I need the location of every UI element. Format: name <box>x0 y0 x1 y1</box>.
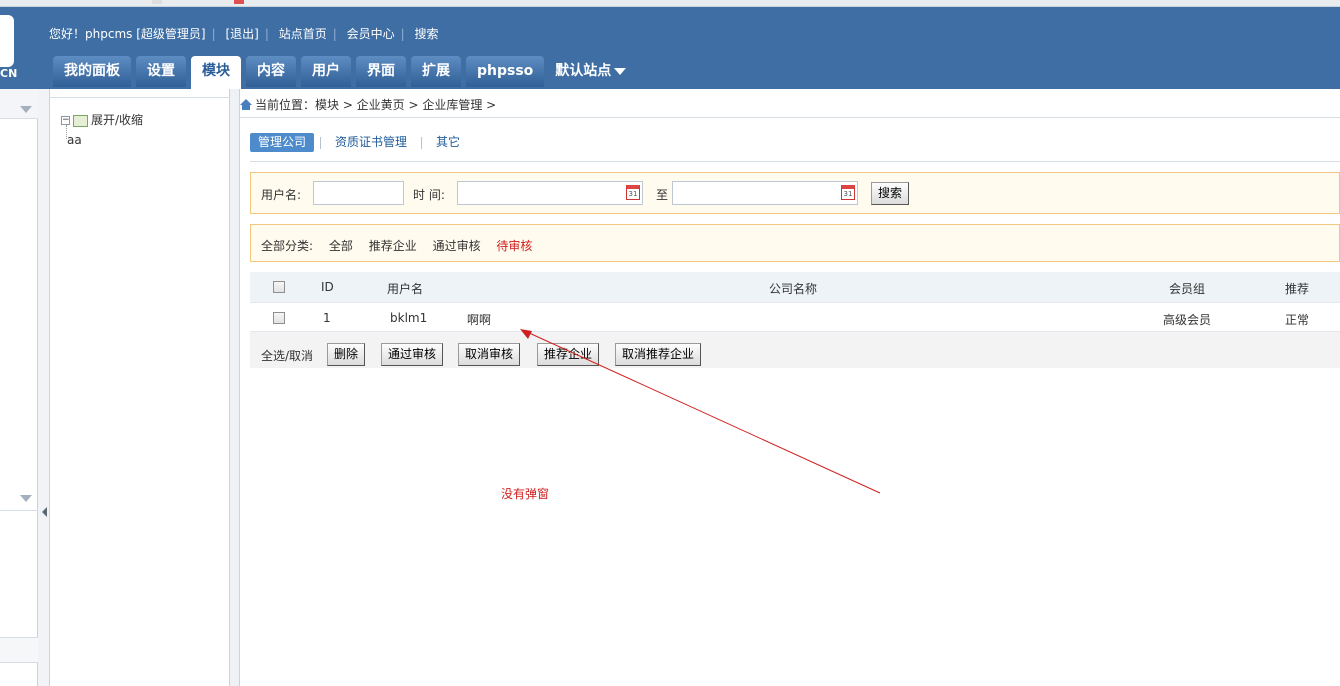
annotation-arrow-head <box>520 329 532 339</box>
annotation-arrow-line <box>526 331 881 494</box>
annotation-arrow <box>520 329 881 494</box>
